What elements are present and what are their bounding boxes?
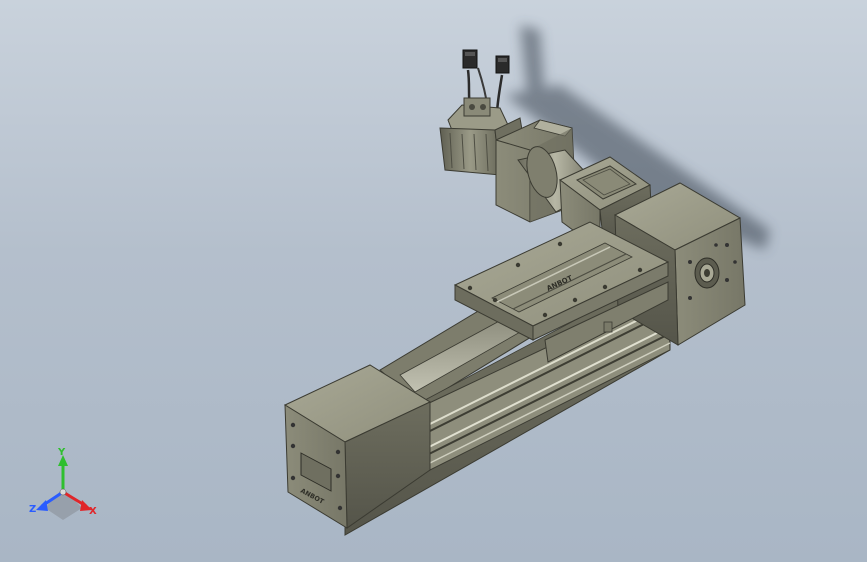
- cad-viewport[interactable]: ANBOT ANBOT Y X Z: [0, 0, 867, 562]
- end-cap-left: ANBOT: [283, 364, 432, 529]
- coordinate-triad[interactable]: [36, 455, 92, 520]
- carriage-sensor-tab: [603, 321, 613, 333]
- terminal-box: [463, 97, 491, 117]
- actuator-model[interactable]: ANBOT ANBOT: [0, 0, 867, 562]
- triad-z-label: Z: [29, 504, 37, 515]
- z-axis-arrow: [36, 500, 48, 511]
- triad-y-label: Y: [58, 447, 66, 458]
- triad-x-label: X: [89, 506, 97, 517]
